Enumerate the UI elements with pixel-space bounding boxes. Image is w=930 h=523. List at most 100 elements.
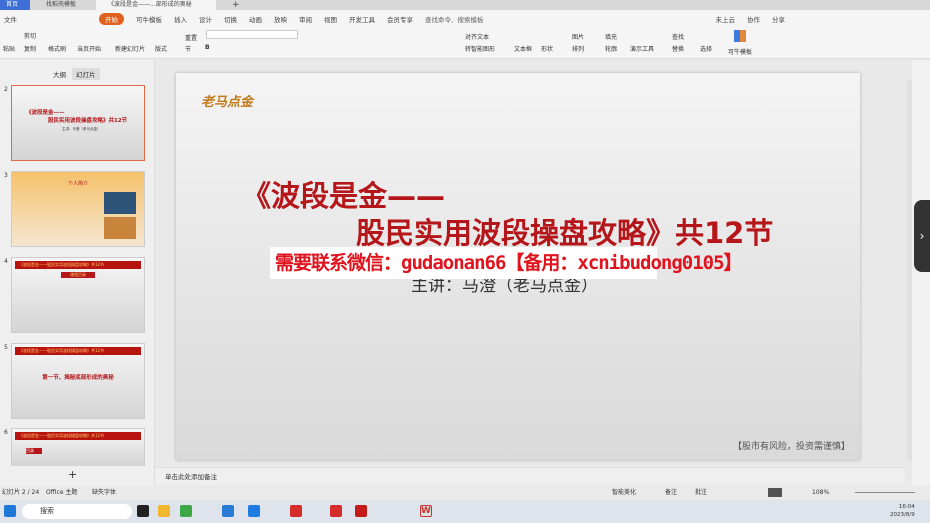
thumb-header: 《波段是金——股民实用波段操盘攻略》共12节 bbox=[15, 432, 141, 440]
slide-number: 3 bbox=[4, 172, 8, 179]
arrange-button[interactable]: 排列 bbox=[572, 44, 584, 53]
select-button[interactable]: 选择 bbox=[700, 44, 712, 53]
tab-template[interactable]: 找稻壳模板 bbox=[34, 0, 94, 10]
template-button[interactable]: 可牛模板 bbox=[728, 47, 752, 56]
risk-notice: 【股市有风险，投资需谨慎】 bbox=[732, 442, 850, 452]
comments-button[interactable]: 批注 bbox=[695, 486, 707, 499]
thumb-title: 个人简介 bbox=[67, 181, 88, 187]
menu-review[interactable]: 审阅 bbox=[299, 14, 312, 24]
tab-home[interactable]: 首页 bbox=[0, 0, 30, 10]
ribbon: 粘贴 剪切 复制 格式刷 当页开始 新建幻灯片 版式 重置 节 B 对齐文本 转… bbox=[0, 27, 930, 59]
bold-button[interactable]: B bbox=[205, 44, 210, 51]
watermark-banner: 需要联系微信：gudaonan66【备用：xcnibudong0105】 bbox=[270, 247, 743, 279]
format-painter-button[interactable]: 格式刷 bbox=[48, 44, 66, 53]
slide-title-line1: 《波段是金—— bbox=[242, 179, 446, 213]
cloud-button[interactable]: 未上云 bbox=[716, 14, 736, 24]
slide-canvas[interactable]: 老马点金 《波段是金—— 股民实用波段操盘攻略》共12节 主讲：马澄（老马点金）… bbox=[176, 73, 860, 460]
play-current-button[interactable]: 当页开始 bbox=[77, 44, 101, 53]
menu-insert[interactable]: 插入 bbox=[174, 14, 187, 24]
app-icon[interactable] bbox=[355, 505, 367, 517]
thumb-title: 股民实用波段操盘攻略》共12节 bbox=[48, 118, 128, 124]
smart-beautify-button[interactable]: 智能美化 bbox=[612, 486, 636, 499]
slide-thumbnail[interactable]: 个人简介 bbox=[11, 171, 145, 247]
thumb-photo bbox=[104, 217, 136, 239]
command-search[interactable]: 查找命令、搜索模板 bbox=[425, 14, 484, 24]
tab-outline[interactable]: 大纲 bbox=[53, 69, 66, 79]
slide-thumbnail[interactable]: 《波段是金——股民实用波段操盘攻略》共12节 第一节、揭秘底部形成的奥秘 bbox=[11, 343, 145, 419]
paste-button[interactable]: 粘贴 bbox=[3, 44, 15, 53]
picture-button[interactable]: 图片 bbox=[572, 32, 584, 41]
taskbar-search[interactable]: 搜索 bbox=[22, 504, 132, 519]
thumb-body: 第一节、揭秘底部形成的奥秘 bbox=[42, 375, 114, 381]
share-button[interactable]: 分享 bbox=[772, 14, 785, 24]
date: 2023/8/9 bbox=[890, 512, 915, 518]
menu-transition[interactable]: 切换 bbox=[224, 14, 237, 24]
menu-slideshow[interactable]: 放映 bbox=[274, 14, 287, 24]
layout-button[interactable]: 版式 bbox=[155, 44, 167, 53]
replace-button[interactable]: 替换 bbox=[672, 44, 684, 53]
missing-fonts-button[interactable]: 缺失字体 bbox=[92, 486, 116, 499]
add-slide-button[interactable]: + bbox=[68, 468, 77, 481]
thumb-photo bbox=[104, 192, 136, 214]
menu-template[interactable]: 可牛模板 bbox=[136, 14, 162, 24]
find-button[interactable]: 查找 bbox=[672, 32, 684, 41]
font-select[interactable] bbox=[206, 30, 298, 39]
menu-home[interactable]: 开始 bbox=[99, 12, 124, 25]
slide-number: 5 bbox=[4, 344, 8, 351]
textbox-button[interactable]: 文本框 bbox=[514, 44, 532, 53]
app-icon[interactable] bbox=[248, 505, 260, 517]
folder-icon[interactable] bbox=[158, 505, 170, 517]
slide-thumbnail[interactable]: 《波段是金—— 股民实用波段操盘攻略》共12节 主讲：马澄（老马点金） bbox=[11, 85, 145, 161]
play-button[interactable] bbox=[768, 488, 782, 497]
thumb-header: 《波段是金——股民实用波段操盘攻略》共12节 bbox=[15, 347, 141, 355]
slide-number: 4 bbox=[4, 258, 8, 265]
menu-view[interactable]: 视图 bbox=[324, 14, 337, 24]
tab-slides[interactable]: 幻灯片 bbox=[72, 68, 100, 80]
zoom-level[interactable]: 108% bbox=[812, 486, 829, 499]
status-bar: 幻灯片 2 / 24 Office 主题 缺失字体 智能美化 备注 批注 108… bbox=[0, 486, 930, 499]
slide-thumbnail[interactable]: 《波段是金——股民实用波段操盘攻略》共12节 目录 bbox=[11, 428, 145, 466]
reset-button[interactable]: 重置 bbox=[185, 33, 197, 42]
menu-animation[interactable]: 动画 bbox=[249, 14, 262, 24]
app-icon[interactable] bbox=[222, 505, 234, 517]
collab-button[interactable]: 协作 bbox=[747, 14, 760, 24]
zoom-slider[interactable] bbox=[855, 492, 915, 493]
collapse-arrow-button[interactable]: › bbox=[914, 200, 930, 272]
menu-design[interactable]: 设计 bbox=[199, 14, 212, 24]
copy-button[interactable]: 复制 bbox=[24, 44, 36, 53]
tab-document[interactable]: 《波段是金——...部形成的奥秘 bbox=[96, 0, 216, 10]
thumb-title: 《波段是金—— bbox=[26, 110, 65, 116]
template-icon bbox=[734, 30, 746, 42]
slide-thumbnail[interactable]: 《波段是金——股民实用波段操盘攻略》共12节 课程目录 bbox=[11, 257, 145, 333]
slide-number: 2 bbox=[4, 86, 8, 93]
cut-button[interactable]: 剪切 bbox=[24, 31, 36, 40]
smartart-button[interactable]: 转智能图形 bbox=[465, 44, 495, 53]
app-icon[interactable] bbox=[137, 505, 149, 517]
outline-button[interactable]: 轮廓 bbox=[605, 44, 617, 53]
new-slide-button[interactable]: 新建幻灯片 bbox=[115, 44, 145, 53]
align-text-button[interactable]: 对齐文本 bbox=[465, 32, 489, 41]
app-icon[interactable] bbox=[180, 505, 192, 517]
menu-bar: 文件 开始 可牛模板 插入 设计 切换 动画 放映 审阅 视图 开发工具 会员专… bbox=[0, 10, 930, 27]
slide-title-line2: 股民实用波段操盘攻略》共12节 bbox=[356, 216, 774, 250]
fill-button[interactable]: 填充 bbox=[605, 32, 617, 41]
new-tab-button[interactable]: + bbox=[220, 0, 240, 10]
app-icon[interactable] bbox=[330, 505, 342, 517]
logo: 老马点金 bbox=[201, 95, 254, 110]
menu-developer[interactable]: 开发工具 bbox=[349, 14, 375, 24]
wps-icon[interactable]: W bbox=[420, 505, 432, 517]
time: 16:04 bbox=[898, 504, 915, 510]
start-icon[interactable] bbox=[4, 505, 16, 517]
theme-name: Office 主题 bbox=[46, 489, 78, 496]
notes-field[interactable]: 单击此处添加备注 bbox=[155, 467, 905, 485]
menu-file[interactable]: 文件 bbox=[4, 14, 17, 24]
section-button[interactable]: 节 bbox=[185, 44, 191, 53]
menu-member[interactable]: 会员专享 bbox=[387, 14, 413, 24]
shape-button[interactable]: 形状 bbox=[541, 44, 553, 53]
presentation-tools-button[interactable]: 演示工具 bbox=[630, 44, 654, 53]
app-icon[interactable] bbox=[290, 505, 302, 517]
slide-panel: 大纲 幻灯片 2 《波段是金—— 股民实用波段操盘攻略》共12节 主讲：马澄（老… bbox=[0, 60, 155, 486]
notes-button[interactable]: 备注 bbox=[665, 486, 677, 499]
slide-number: 6 bbox=[4, 429, 8, 436]
thumb-header: 《波段是金——股民实用波段操盘攻略》共12节 bbox=[15, 261, 141, 269]
